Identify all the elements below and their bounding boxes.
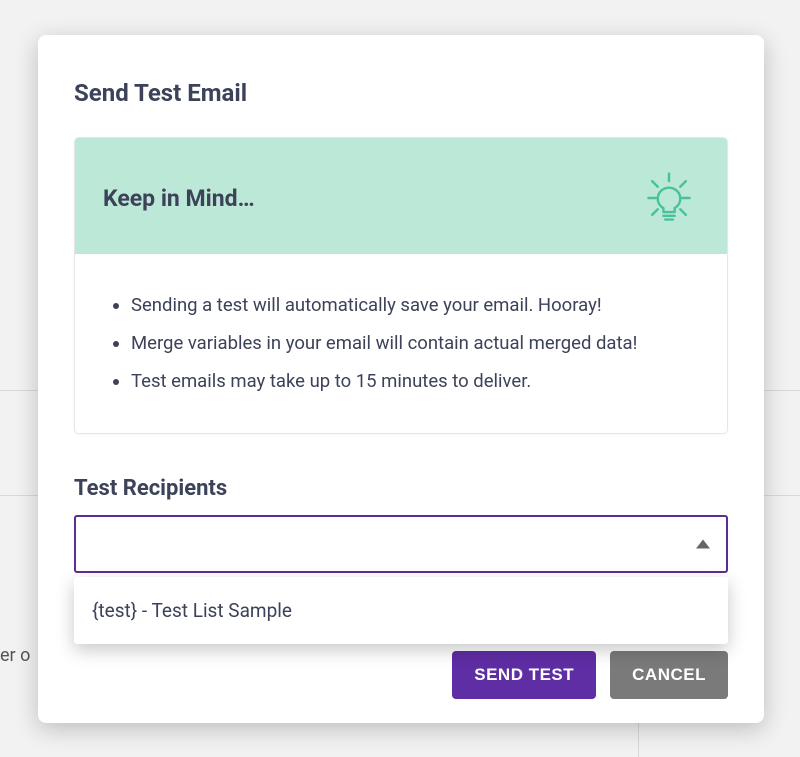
lightbulb-icon bbox=[639, 168, 699, 228]
send-test-email-modal: Send Test Email Keep in Mind… bbox=[38, 35, 764, 723]
tip-list-item: Sending a test will automatically save y… bbox=[131, 292, 707, 320]
decorative-divider bbox=[638, 717, 639, 757]
tip-title: Keep in Mind… bbox=[103, 185, 255, 212]
caret-up-icon bbox=[696, 540, 710, 549]
recipients-option[interactable]: {test} - Test List Sample bbox=[74, 577, 728, 644]
tip-body: Sending a test will automatically save y… bbox=[75, 254, 727, 433]
tip-list-item: Merge variables in your email will conta… bbox=[131, 330, 707, 358]
tip-list-item: Test emails may take up to 15 minutes to… bbox=[131, 368, 707, 396]
recipients-select-wrap: {test} - Test List Sample bbox=[74, 515, 728, 573]
modal-title: Send Test Email bbox=[74, 79, 728, 107]
recipients-select[interactable] bbox=[74, 515, 728, 573]
tip-header: Keep in Mind… bbox=[75, 138, 727, 254]
modal-actions: SEND TEST CANCEL bbox=[452, 651, 728, 699]
keep-in-mind-card: Keep in Mind… Sending a test will bbox=[74, 137, 728, 434]
cancel-button[interactable]: CANCEL bbox=[610, 651, 728, 699]
send-test-button[interactable]: SEND TEST bbox=[452, 651, 596, 699]
background-text-fragment: er o bbox=[0, 645, 30, 666]
recipients-label: Test Recipients bbox=[74, 476, 728, 501]
tip-list: Sending a test will automatically save y… bbox=[105, 292, 707, 395]
recipients-dropdown: {test} - Test List Sample bbox=[74, 577, 728, 644]
